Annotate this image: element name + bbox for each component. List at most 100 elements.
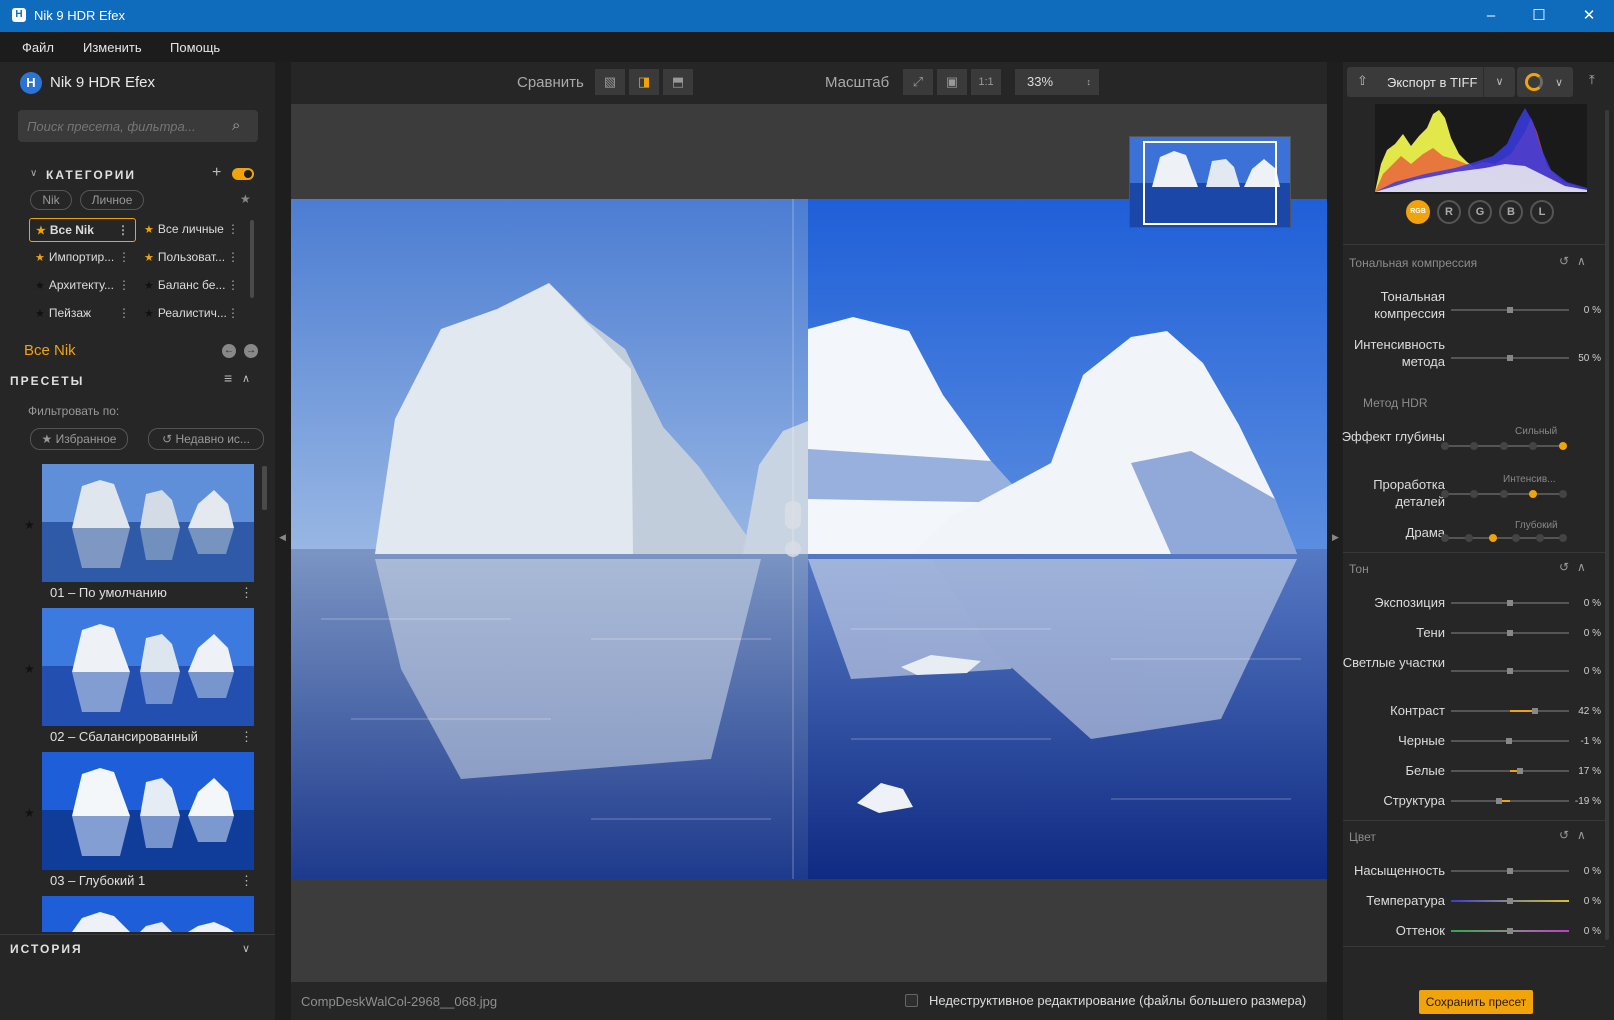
structure-slider[interactable] — [1451, 798, 1569, 804]
exposure-slider[interactable] — [1451, 600, 1569, 606]
slider-knob[interactable] — [1507, 898, 1513, 904]
slider-knob[interactable] — [1507, 630, 1513, 636]
extra-tools-button[interactable]: ∨ — [1517, 67, 1573, 97]
export-dropdown-chevron-icon[interactable]: ∨ — [1483, 67, 1515, 97]
category-user[interactable]: ★ Пользоват... ⋮ — [138, 246, 245, 270]
category-landscape[interactable]: ★ Пейзаж ⋮ — [29, 302, 136, 326]
chevron-up-icon[interactable]: ∧ — [1577, 560, 1586, 574]
more-icon[interactable]: ⋮ — [240, 873, 253, 889]
preset-thumbnail[interactable] — [42, 896, 254, 932]
more-icon[interactable]: ⋮ — [227, 274, 239, 296]
navigator-thumbnail[interactable] — [1129, 136, 1291, 228]
more-icon[interactable]: ⋮ — [240, 729, 253, 745]
collapse-top-icon[interactable]: ⤒ — [1589, 72, 1595, 88]
list-menu-icon[interactable]: ≡ — [224, 370, 232, 386]
highlights-slider[interactable] — [1451, 668, 1569, 674]
filter-favorites-button[interactable]: ★ Избранное — [30, 428, 128, 450]
filter-pill-nik[interactable]: Nik — [30, 190, 72, 210]
tonal-compression-slider[interactable] — [1451, 307, 1569, 313]
channel-rgb-button[interactable]: RGB — [1406, 200, 1430, 224]
channel-l-button[interactable]: L — [1530, 200, 1554, 224]
favorite-star-icon[interactable]: ★ — [24, 806, 35, 820]
temperature-slider[interactable] — [1451, 898, 1569, 904]
menu-file[interactable]: Файл — [22, 40, 54, 55]
menu-edit[interactable]: Изменить — [83, 40, 142, 55]
preset-thumbnail[interactable] — [42, 464, 254, 582]
presets-scrollbar[interactable] — [262, 466, 267, 510]
more-icon[interactable]: ⋮ — [118, 274, 130, 296]
category-architecture[interactable]: ★ Архитекту... ⋮ — [29, 274, 136, 298]
more-icon[interactable]: ⋮ — [118, 302, 130, 324]
close-button[interactable]: ✕ — [1564, 0, 1614, 32]
preset-thumbnail[interactable] — [42, 608, 254, 726]
collapse-right-icon[interactable]: ▶ — [1332, 532, 1339, 543]
blacks-slider[interactable] — [1451, 738, 1569, 744]
save-preset-button[interactable]: Сохранить пресет — [1419, 990, 1533, 1014]
slider-knob[interactable] — [1507, 928, 1513, 934]
preset-thumbnail[interactable] — [42, 752, 254, 870]
filter-pill-personal[interactable]: Личное — [80, 190, 144, 210]
category-white-balance[interactable]: ★ Баланс бе... ⋮ — [138, 274, 245, 298]
compare-top-bottom-button[interactable]: ⬒ — [663, 69, 693, 95]
depth-effect-stepper[interactable] — [1441, 442, 1567, 450]
search-input[interactable] — [18, 110, 258, 142]
slider-knob[interactable] — [1507, 600, 1513, 606]
channel-r-button[interactable]: R — [1437, 200, 1461, 224]
image-canvas[interactable] — [291, 104, 1327, 982]
chevron-up-icon[interactable]: ∧ — [242, 372, 250, 385]
slider-knob[interactable] — [1532, 708, 1538, 714]
categories-toggle[interactable] — [232, 168, 254, 180]
shadows-slider[interactable] — [1451, 630, 1569, 636]
zoom-one-to-one-button[interactable]: 1:1 — [971, 69, 1001, 95]
category-all-nik[interactable]: ★ Все Nik ⋮ — [29, 218, 136, 242]
right-panel-scrollbar[interactable] — [1605, 110, 1609, 940]
maximize-button[interactable]: ☐ — [1514, 0, 1564, 32]
channel-b-button[interactable]: B — [1499, 200, 1523, 224]
slider-knob[interactable] — [1507, 668, 1513, 674]
more-icon[interactable]: ⋮ — [240, 585, 253, 601]
compare-split-button[interactable]: ▧ — [595, 69, 625, 95]
collapse-left-icon[interactable]: ◀ — [279, 532, 286, 543]
favorite-star-icon[interactable]: ★ — [24, 662, 35, 676]
star-icon[interactable]: ★ — [240, 192, 251, 206]
more-icon[interactable]: ⋮ — [227, 246, 239, 268]
menu-help[interactable]: Помощь — [170, 40, 220, 55]
category-all-personal[interactable]: ★ Все личные ⋮ — [138, 218, 245, 242]
more-icon[interactable]: ⋮ — [227, 218, 239, 240]
fill-window-button[interactable]: ▣ — [937, 69, 967, 95]
slider-knob[interactable] — [1506, 738, 1512, 744]
method-intensity-slider[interactable] — [1451, 355, 1569, 361]
contrast-slider[interactable] — [1451, 708, 1569, 714]
slider-knob[interactable] — [1496, 798, 1502, 804]
back-arrow-icon[interactable]: ← — [222, 344, 236, 358]
categories-scrollbar[interactable] — [250, 220, 254, 298]
more-icon[interactable]: ⋮ — [118, 246, 130, 268]
add-category-icon[interactable]: + — [212, 164, 221, 182]
compare-side-by-side-button[interactable]: ◨ — [629, 69, 659, 95]
detail-enhancement-stepper[interactable] — [1441, 490, 1567, 498]
reset-icon[interactable]: ↺ — [1559, 828, 1569, 842]
slider-knob[interactable] — [1507, 868, 1513, 874]
nondestructive-checkbox[interactable] — [905, 994, 918, 1007]
favorite-star-icon[interactable]: ★ — [24, 518, 35, 532]
slider-knob[interactable] — [1507, 355, 1513, 361]
tint-slider[interactable] — [1451, 928, 1569, 934]
forward-arrow-icon[interactable]: → — [244, 344, 258, 358]
whites-slider[interactable] — [1451, 768, 1569, 774]
fit-to-window-button[interactable]: ⤢ — [903, 69, 933, 95]
minimize-button[interactable]: – — [1466, 0, 1516, 32]
chevron-down-icon[interactable]: ∨ — [242, 942, 250, 955]
zoom-select[interactable]: 33% ↕ — [1015, 69, 1099, 95]
category-imported[interactable]: ★ Импортир... ⋮ — [29, 246, 136, 270]
slider-knob[interactable] — [1507, 307, 1513, 313]
saturation-slider[interactable] — [1451, 868, 1569, 874]
filter-recent-button[interactable]: ↺ Недавно ис... — [148, 428, 264, 450]
more-icon[interactable]: ⋮ — [227, 302, 239, 324]
slider-knob[interactable] — [1517, 768, 1523, 774]
reset-icon[interactable]: ↺ — [1559, 254, 1569, 268]
chevron-up-icon[interactable]: ∧ — [1577, 254, 1586, 268]
more-icon[interactable]: ⋮ — [117, 219, 129, 241]
chevron-down-icon[interactable]: ∨ — [30, 168, 37, 179]
reset-icon[interactable]: ↺ — [1559, 560, 1569, 574]
drama-stepper[interactable] — [1441, 534, 1567, 542]
